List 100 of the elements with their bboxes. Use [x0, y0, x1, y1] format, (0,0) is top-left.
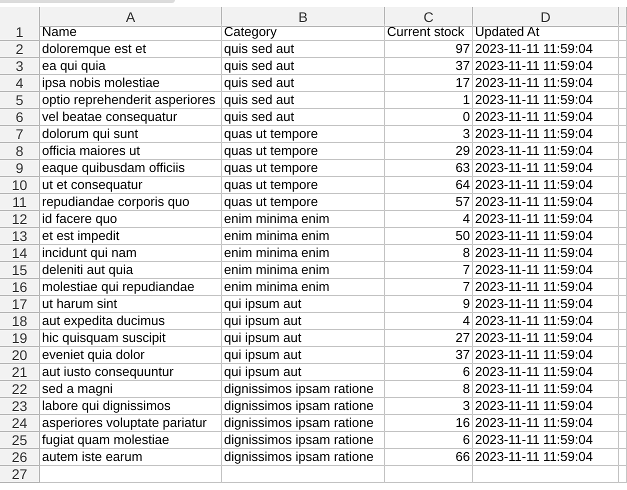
- row-header[interactable]: 27: [0, 466, 40, 483]
- table-cell: 2023-11-11 11:59:04: [473, 194, 619, 211]
- table-cell: ut et consequatur: [40, 177, 222, 194]
- table-cell: molestiae qui repudiandae: [40, 279, 222, 296]
- table-cell: quas ut tempore: [222, 143, 385, 160]
- table-cell: 57: [385, 194, 473, 211]
- table-cell: 2023-11-11 11:59:04: [473, 432, 619, 449]
- table-cell: 9: [385, 296, 473, 313]
- row-header[interactable]: 1: [0, 24, 40, 41]
- table-cell: doloremque est et: [40, 41, 222, 58]
- row-header[interactable]: 3: [0, 58, 40, 75]
- table-cell: 2023-11-11 11:59:04: [473, 177, 619, 194]
- row-header[interactable]: 12: [0, 211, 40, 228]
- table-cell: 2023-11-11 11:59:04: [473, 92, 619, 109]
- table-cell: 2023-11-11 11:59:04: [473, 75, 619, 92]
- table-cell: enim minima enim: [222, 245, 385, 262]
- table-cell: 4: [385, 313, 473, 330]
- table-cell: quis sed aut: [222, 109, 385, 126]
- table-cell: 2023-11-11 11:59:04: [473, 245, 619, 262]
- row-header[interactable]: 2: [0, 41, 40, 58]
- table-cell: 6: [385, 364, 473, 381]
- table-cell: 2023-11-11 11:59:04: [473, 126, 619, 143]
- table-cell: aut iusto consequuntur: [40, 364, 222, 381]
- column-header[interactable]: D: [473, 7, 619, 27]
- table-cell: quis sed aut: [222, 41, 385, 58]
- table-cell: 7: [385, 262, 473, 279]
- table-cell: 8: [385, 381, 473, 398]
- row-header[interactable]: 16: [0, 279, 40, 296]
- table-cell: 6: [385, 432, 473, 449]
- table-cell: 2023-11-11 11:59:04: [473, 211, 619, 228]
- scrollbar-thumb[interactable]: [0, 0, 175, 3]
- table-cell: enim minima enim: [222, 279, 385, 296]
- table-cell: 2023-11-11 11:59:04: [473, 143, 619, 160]
- table-cell: Updated At: [473, 24, 619, 41]
- table-cell: Name: [40, 24, 222, 41]
- row-header[interactable]: 18: [0, 313, 40, 330]
- row-header[interactable]: 23: [0, 398, 40, 415]
- column-header[interactable]: A: [40, 7, 222, 27]
- row-header[interactable]: 4: [0, 75, 40, 92]
- row-header[interactable]: 22: [0, 381, 40, 398]
- row-header[interactable]: 13: [0, 228, 40, 245]
- row-header[interactable]: 21: [0, 364, 40, 381]
- table-cell: enim minima enim: [222, 211, 385, 228]
- table-cell: 3: [385, 398, 473, 415]
- table-cell: quas ut tempore: [222, 126, 385, 143]
- table-cell: dignissimos ipsam ratione: [222, 449, 385, 466]
- table-cell: officia maiores ut: [40, 143, 222, 160]
- table-cell: autem iste earum: [40, 449, 222, 466]
- table-cell: qui ipsum aut: [222, 296, 385, 313]
- table-cell: 8: [385, 245, 473, 262]
- row-header[interactable]: 26: [0, 449, 40, 466]
- row-header[interactable]: 20: [0, 347, 40, 364]
- table-cell: 0: [385, 109, 473, 126]
- row-header[interactable]: 7: [0, 126, 40, 143]
- table-cell: aut expedita ducimus: [40, 313, 222, 330]
- table-cell: 37: [385, 347, 473, 364]
- row-header[interactable]: 11: [0, 194, 40, 211]
- row-header[interactable]: 9: [0, 160, 40, 177]
- table-cell: incidunt qui nam: [40, 245, 222, 262]
- table-cell: 2023-11-11 11:59:04: [473, 398, 619, 415]
- table-cell: 37: [385, 58, 473, 75]
- row-header[interactable]: 25: [0, 432, 40, 449]
- row-header[interactable]: 10: [0, 177, 40, 194]
- table-cell: ipsa nobis molestiae: [40, 75, 222, 92]
- table-cell: qui ipsum aut: [222, 330, 385, 347]
- table-cell: repudiandae corporis quo: [40, 194, 222, 211]
- row-header[interactable]: 15: [0, 262, 40, 279]
- table-cell: 2023-11-11 11:59:04: [473, 313, 619, 330]
- table-cell: 16: [385, 415, 473, 432]
- table-cell: dignissimos ipsam ratione: [222, 381, 385, 398]
- table-cell: qui ipsum aut: [222, 364, 385, 381]
- table-cell: ea qui quia: [40, 58, 222, 75]
- table-cell: 27: [385, 330, 473, 347]
- table-cell: 2023-11-11 11:59:04: [473, 58, 619, 75]
- table-cell: quas ut tempore: [222, 160, 385, 177]
- row-header[interactable]: 24: [0, 415, 40, 432]
- table-cell: 2023-11-11 11:59:04: [473, 364, 619, 381]
- column-header[interactable]: C: [385, 7, 473, 27]
- row-header[interactable]: 14: [0, 245, 40, 262]
- table-cell: asperiores voluptate pariatur: [40, 415, 222, 432]
- table-cell: 2023-11-11 11:59:04: [473, 262, 619, 279]
- table-cell: 1: [385, 92, 473, 109]
- table-cell: quis sed aut: [222, 75, 385, 92]
- table-cell: 63: [385, 160, 473, 177]
- row-header[interactable]: 19: [0, 330, 40, 347]
- column-header[interactable]: B: [222, 7, 385, 27]
- table-cell: 2023-11-11 11:59:04: [473, 109, 619, 126]
- row-header[interactable]: 5: [0, 92, 40, 109]
- row-header[interactable]: 8: [0, 143, 40, 160]
- table-cell: dignissimos ipsam ratione: [222, 432, 385, 449]
- table-cell: 2023-11-11 11:59:04: [473, 160, 619, 177]
- table-cell: dolorum qui sunt: [40, 126, 222, 143]
- row-header[interactable]: 17: [0, 296, 40, 313]
- table-cell: 2023-11-11 11:59:04: [473, 415, 619, 432]
- table-cell: 2023-11-11 11:59:04: [473, 296, 619, 313]
- table-cell: quas ut tempore: [222, 177, 385, 194]
- column-header[interactable]: [619, 7, 627, 27]
- row-header[interactable]: 6: [0, 109, 40, 126]
- table-cell: eaque quibusdam officiis: [40, 160, 222, 177]
- table-cell: enim minima enim: [222, 228, 385, 245]
